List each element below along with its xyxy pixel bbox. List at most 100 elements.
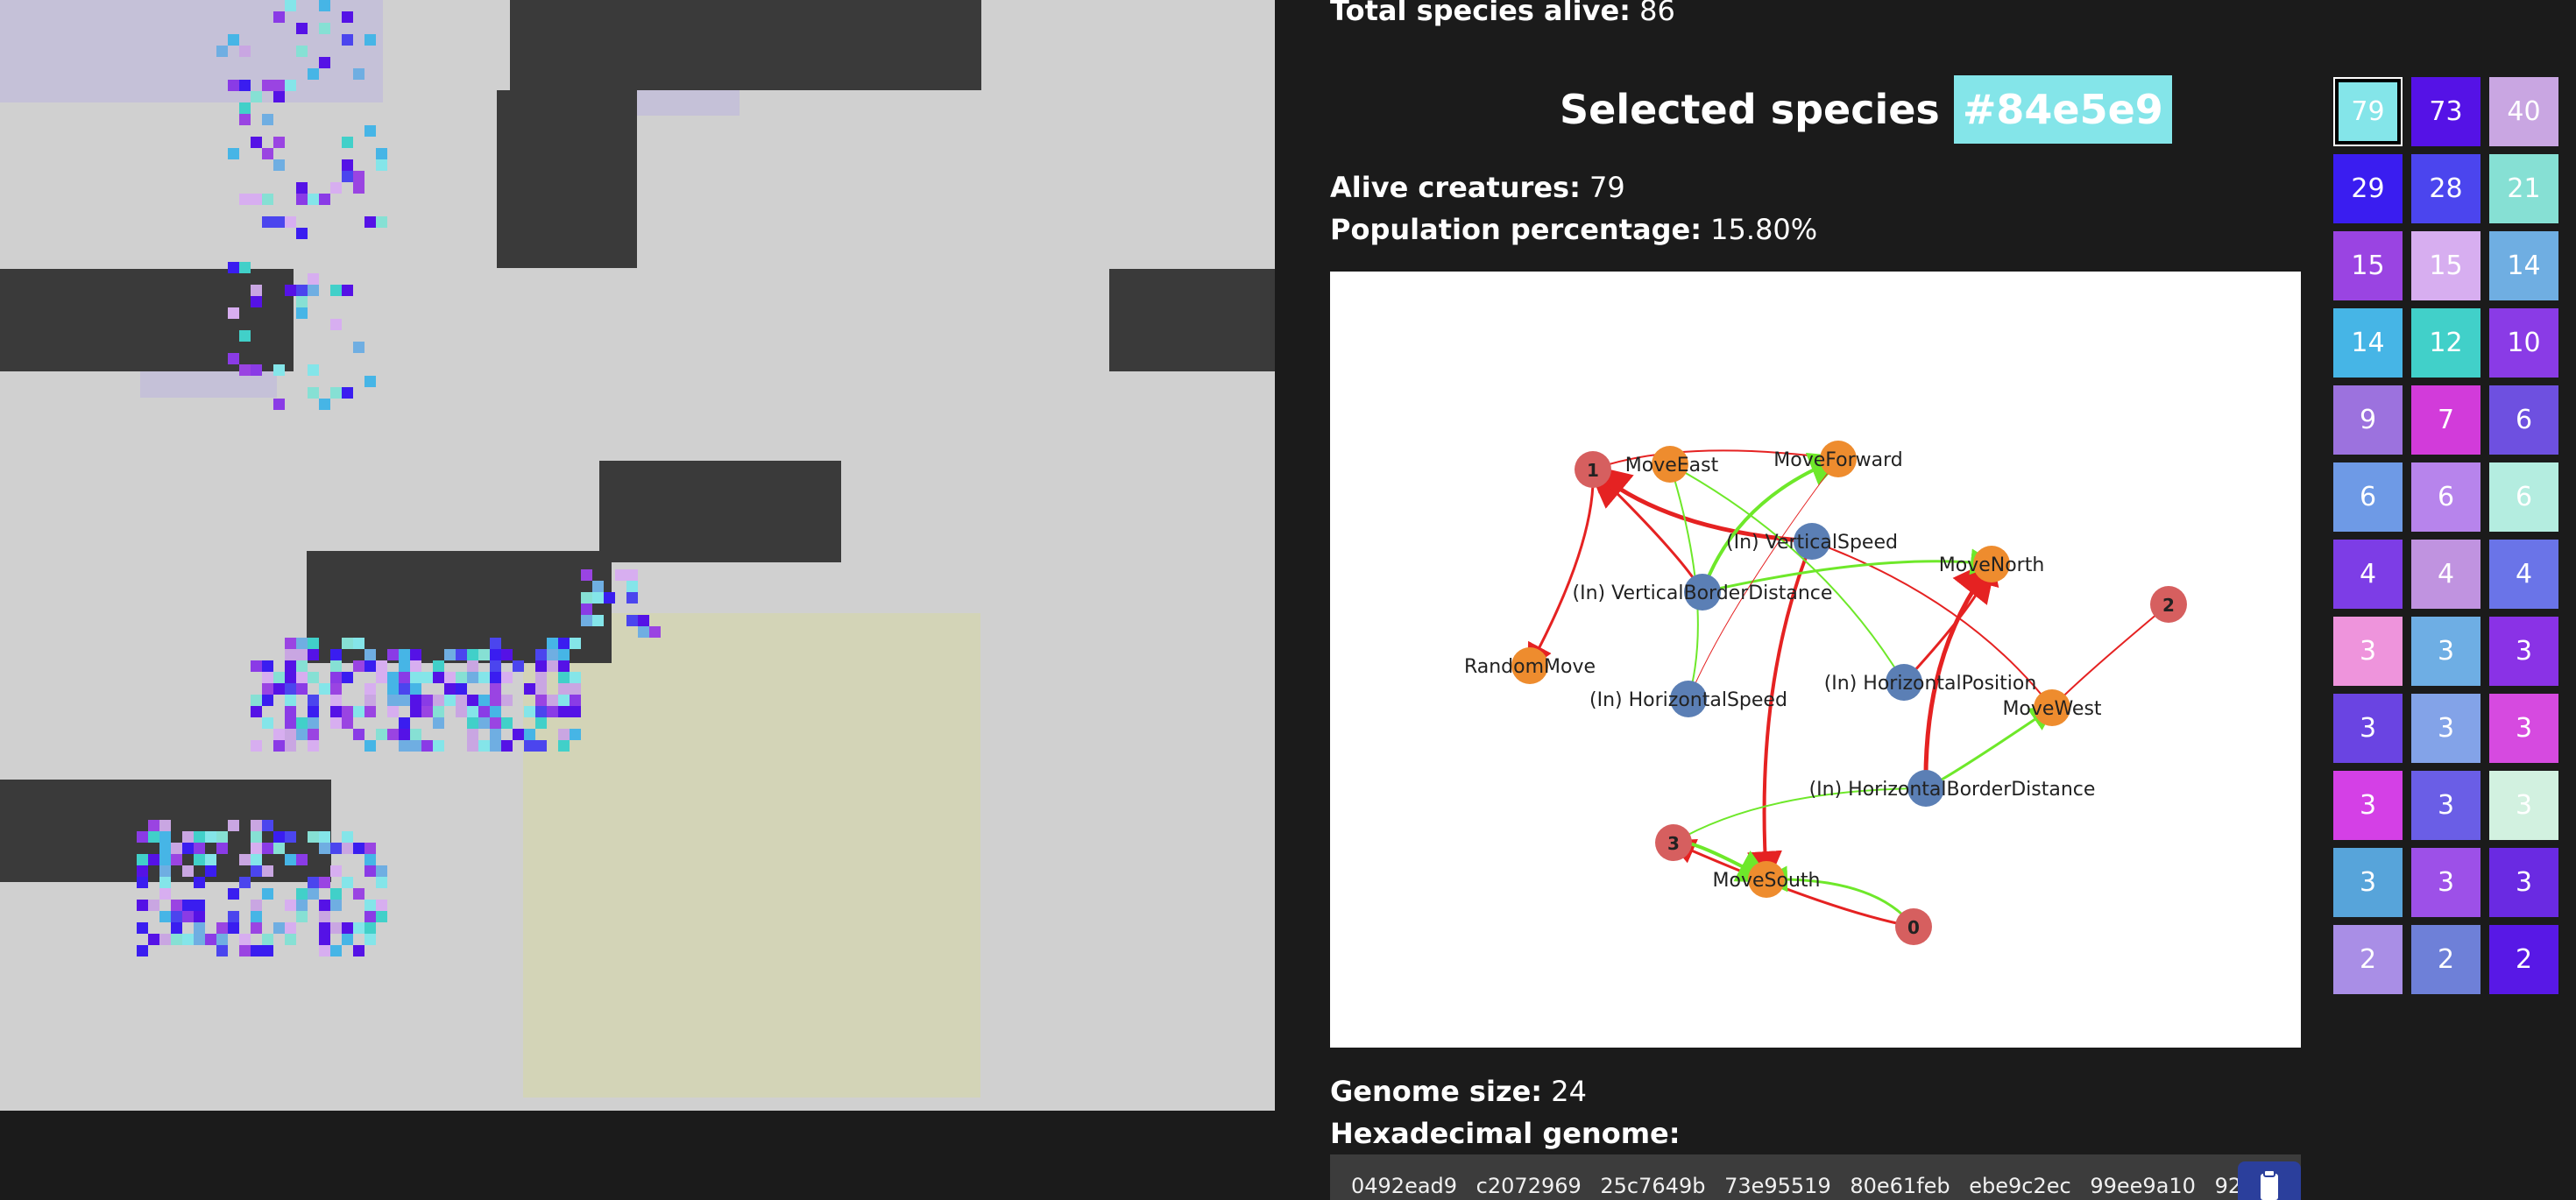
species-swatch[interactable]: 14 xyxy=(2333,308,2403,378)
species-swatch[interactable]: 3 xyxy=(2489,617,2558,686)
species-swatch[interactable]: 3 xyxy=(2411,771,2480,840)
species-swatch[interactable]: 15 xyxy=(2411,231,2480,300)
network-node-label: (In) VerticalSpeed xyxy=(1726,532,1898,554)
species-swatch[interactable]: 3 xyxy=(2333,848,2403,917)
species-swatch[interactable]: 15 xyxy=(2333,231,2403,300)
species-swatch[interactable]: 79 xyxy=(2333,77,2403,146)
network-node-label: MoveForward xyxy=(1773,449,1902,471)
species-swatch[interactable]: 12 xyxy=(2411,308,2480,378)
species-swatch[interactable]: 9 xyxy=(2333,385,2403,455)
species-swatch[interactable]: 4 xyxy=(2411,540,2480,609)
creature xyxy=(194,854,205,865)
species-swatch[interactable]: 3 xyxy=(2333,771,2403,840)
creature xyxy=(182,911,194,922)
network-node-label: (In) VerticalBorderDistance xyxy=(1573,582,1833,604)
creature xyxy=(239,934,251,945)
creature xyxy=(353,888,364,900)
species-swatch[interactable]: 3 xyxy=(2489,771,2558,840)
species-swatch[interactable]: 2 xyxy=(2411,925,2480,994)
creature xyxy=(535,649,547,660)
species-swatch[interactable]: 3 xyxy=(2489,694,2558,763)
creature xyxy=(228,80,239,91)
hex-genome-value[interactable]: 0492ead9 c2072969 25c7649b 73e95519 80e6… xyxy=(1351,1174,2301,1198)
species-swatch[interactable]: 10 xyxy=(2489,308,2558,378)
species-swatch[interactable]: 2 xyxy=(2489,925,2558,994)
creature xyxy=(524,740,535,752)
copy-genome-button[interactable] xyxy=(2238,1161,2301,1200)
creature xyxy=(364,740,376,752)
species-swatch[interactable]: 29 xyxy=(2333,154,2403,223)
creature xyxy=(581,592,592,604)
creature xyxy=(387,695,399,706)
creature xyxy=(399,740,410,752)
species-swatch[interactable]: 3 xyxy=(2411,617,2480,686)
creature xyxy=(262,934,273,945)
species-swatch[interactable]: 6 xyxy=(2489,462,2558,532)
creature xyxy=(285,900,296,911)
species-swatch[interactable]: 3 xyxy=(2333,617,2403,686)
species-swatch[interactable]: 4 xyxy=(2489,540,2558,609)
creature xyxy=(364,649,376,660)
species-swatch[interactable]: 14 xyxy=(2489,231,2558,300)
species-swatch[interactable]: 28 xyxy=(2411,154,2480,223)
creature xyxy=(501,717,513,729)
creature xyxy=(251,285,262,296)
creature xyxy=(399,717,410,729)
creature xyxy=(273,399,285,410)
creature xyxy=(296,23,308,34)
creature xyxy=(296,194,308,205)
population-percentage-value: 15.80% xyxy=(1710,213,1818,246)
species-swatch[interactable]: 4 xyxy=(2333,540,2403,609)
creature xyxy=(205,934,216,945)
creature xyxy=(239,262,251,273)
creature xyxy=(570,706,581,717)
creature xyxy=(626,569,638,581)
creature xyxy=(273,11,285,23)
creature xyxy=(410,683,421,695)
species-swatch[interactable]: 3 xyxy=(2411,694,2480,763)
selected-species-heading: Selected species #84e5e9 xyxy=(1560,75,2172,144)
hex-genome-box[interactable]: 0492ead9 c2072969 25c7649b 73e95519 80e6… xyxy=(1330,1154,2301,1200)
species-swatch[interactable]: 6 xyxy=(2489,385,2558,455)
creature xyxy=(251,820,262,831)
creature xyxy=(251,911,262,922)
species-swatch[interactable]: 7 xyxy=(2411,385,2480,455)
creature xyxy=(137,900,148,911)
creature xyxy=(273,672,285,683)
species-swatch[interactable]: 3 xyxy=(2489,848,2558,917)
creature xyxy=(296,672,308,683)
species-swatch[interactable]: 2 xyxy=(2333,925,2403,994)
creature xyxy=(296,182,308,194)
species-swatch[interactable]: 6 xyxy=(2333,462,2403,532)
creature xyxy=(581,604,592,615)
creature xyxy=(251,695,262,706)
creature xyxy=(182,865,194,877)
network-node-label: 3 xyxy=(1667,833,1680,854)
creature xyxy=(251,900,262,911)
genome-size-label: Genome size: xyxy=(1330,1075,1543,1108)
species-swatch[interactable]: 73 xyxy=(2411,77,2480,146)
creature xyxy=(205,854,216,865)
creature xyxy=(308,877,319,888)
species-swatch[interactable]: 3 xyxy=(2411,848,2480,917)
creature xyxy=(376,672,387,683)
creature xyxy=(194,922,205,934)
creature xyxy=(421,706,433,717)
simulation-world[interactable] xyxy=(0,0,1275,1111)
creature xyxy=(296,660,308,672)
network-node-label: MoveWest xyxy=(2002,698,2101,720)
obstacle-wall xyxy=(0,269,294,371)
creature xyxy=(251,364,262,376)
creature xyxy=(444,695,456,706)
creature xyxy=(364,216,376,228)
creature xyxy=(273,683,285,695)
species-swatch[interactable]: 40 xyxy=(2489,77,2558,146)
creature xyxy=(273,729,285,740)
neural-network-graph: 1 2 3 0 MoveEast MoveForward MoveNorth MoveWest… xyxy=(1330,272,2301,1048)
species-swatch[interactable]: 21 xyxy=(2489,154,2558,223)
species-swatch[interactable]: 6 xyxy=(2411,462,2480,532)
species-swatch[interactable]: 3 xyxy=(2333,694,2403,763)
creature xyxy=(376,729,387,740)
creature xyxy=(342,11,353,23)
creature xyxy=(308,729,319,740)
